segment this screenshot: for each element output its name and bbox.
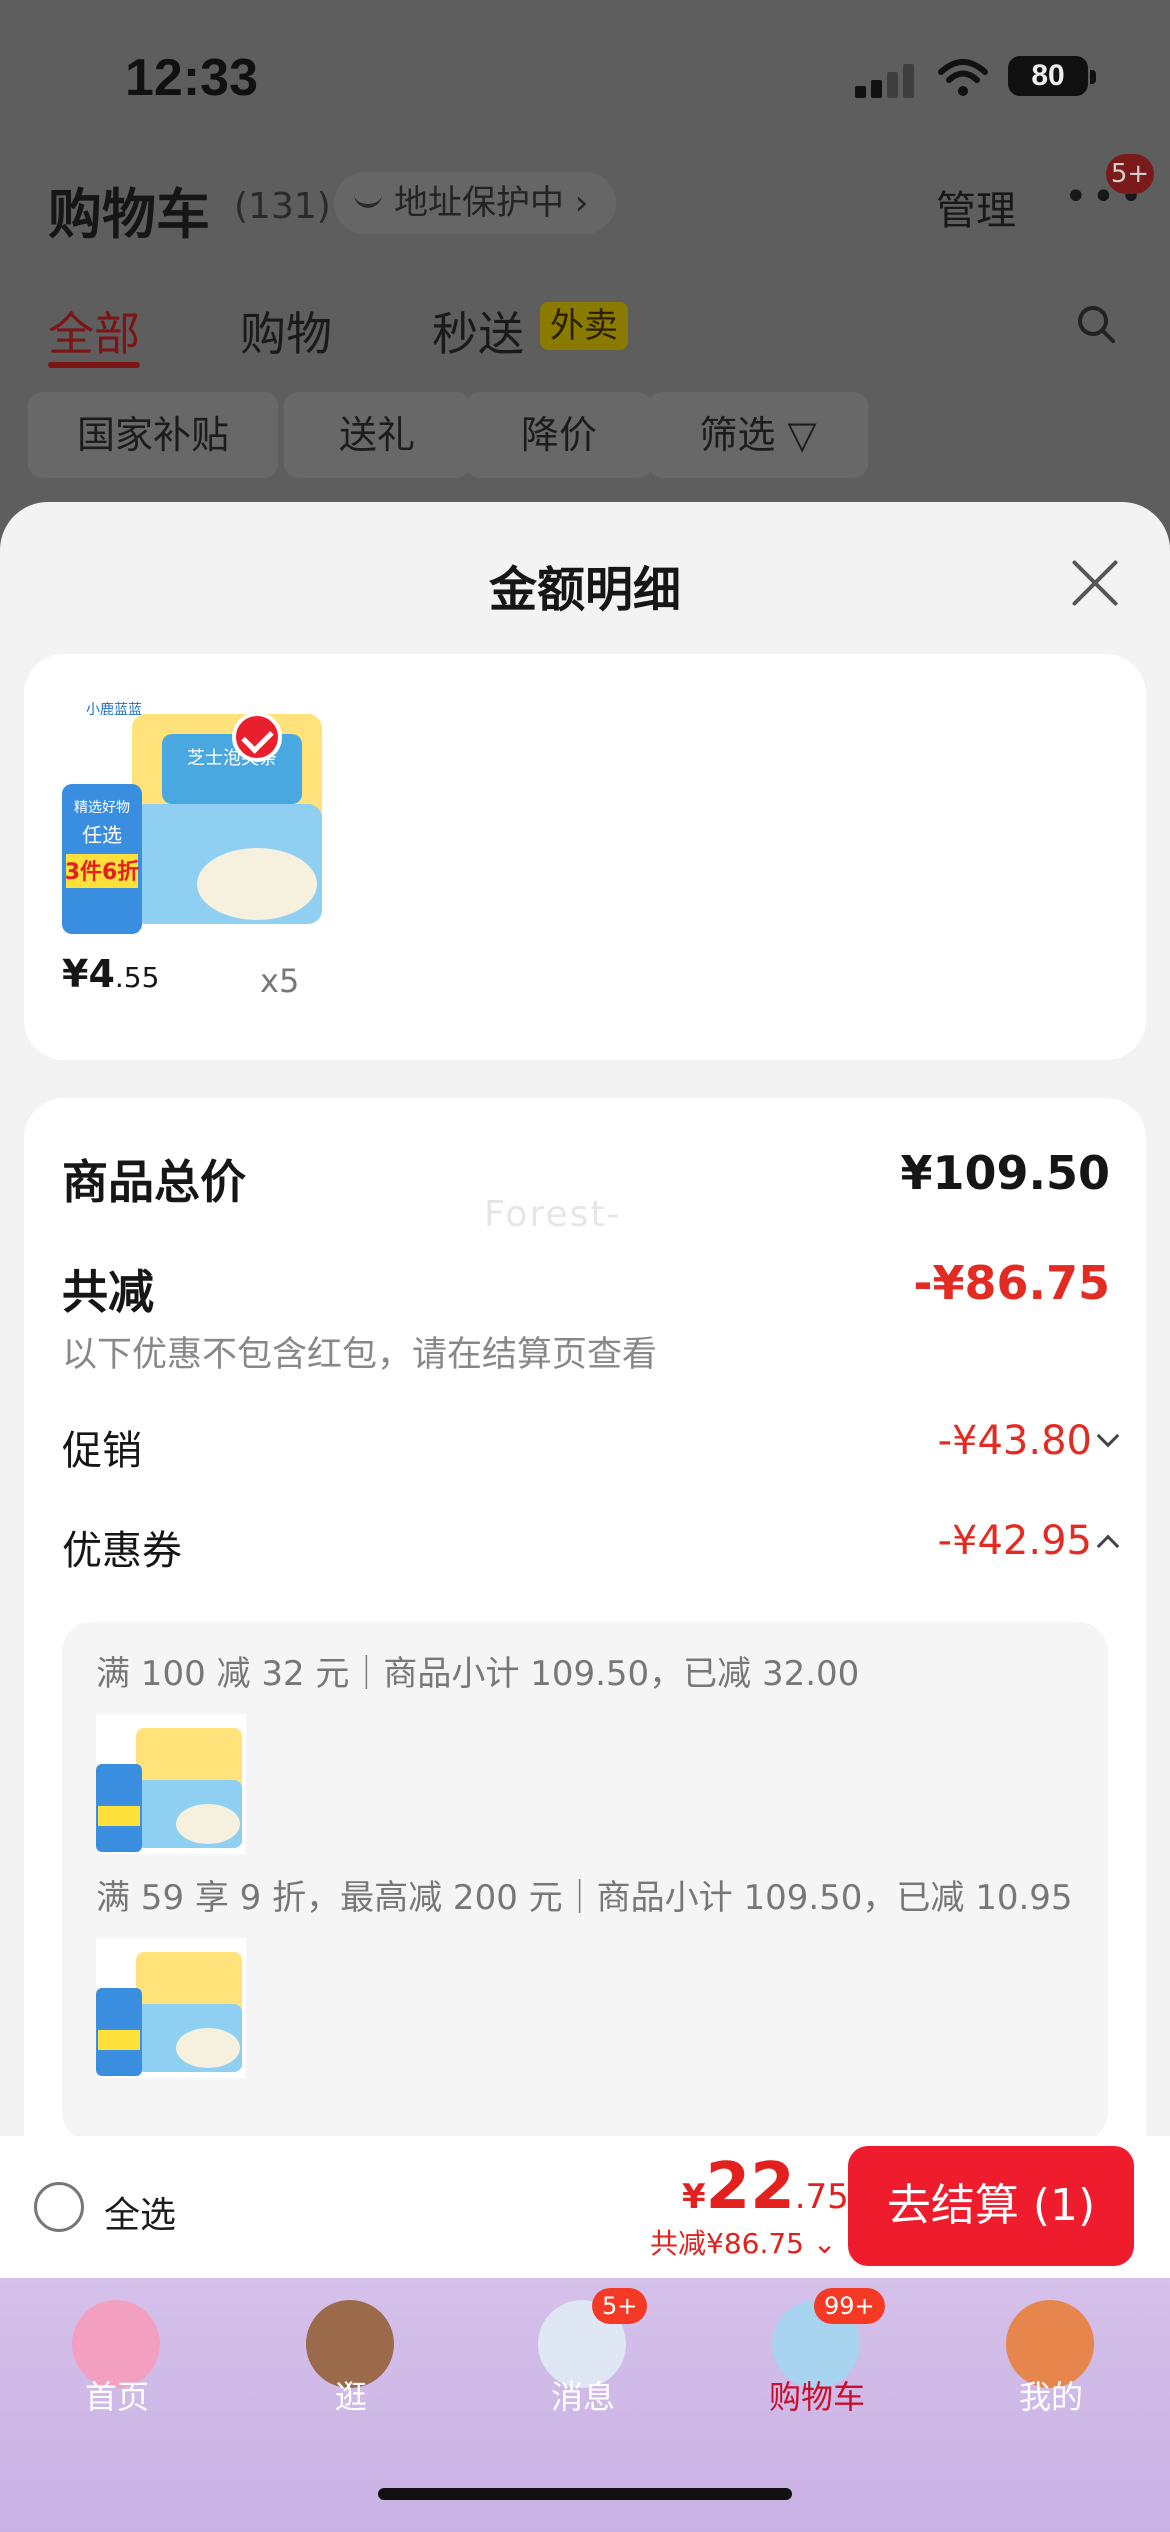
- select-all-label[interactable]: 全选: [104, 2186, 176, 2238]
- price-currency: ¥: [682, 2177, 706, 2217]
- product-price-int: ¥4: [62, 952, 115, 996]
- product-image-brand: 小鹿蓝蓝: [86, 701, 142, 718]
- funnel-icon: ▽: [787, 413, 817, 457]
- coupon-value[interactable]: -¥42.95: [938, 1518, 1092, 1564]
- nav-me[interactable]: 我的: [976, 2288, 1126, 2418]
- product-card: 芝士泡芙条 小鹿蓝蓝 精选好物 任选 3件6折 ¥4.55 x5: [24, 654, 1146, 1060]
- cart-badge: 99+: [814, 2288, 885, 2324]
- chip-price-drop[interactable]: 降价: [466, 392, 652, 478]
- filter-chips: 国家补贴 送礼 降价 筛选 ▽: [28, 392, 1128, 478]
- tab-shopping[interactable]: 购物: [240, 298, 332, 364]
- product-price: ¥4.55: [62, 952, 159, 996]
- nav-label: 购物车: [768, 2378, 865, 2416]
- nav-cart[interactable]: 99+ 购物车: [742, 2288, 892, 2418]
- cart-tabs: 全部 购物 秒送 外卖: [48, 298, 1128, 368]
- amount-breakdown-card: 商品总价 ¥109.50 Forest- 共减 -¥86.75 以下优惠不包含红…: [24, 1098, 1146, 2142]
- nav-label: 首页: [84, 2378, 149, 2416]
- selected-check-icon[interactable]: [232, 712, 282, 762]
- promotion-value[interactable]: -¥43.80: [938, 1418, 1092, 1464]
- coupon-line: 满 59 享 9 折，最高减 200 元｜商品小计 109.50，已减 10.9…: [96, 1878, 1073, 1918]
- total-reduce-value: -¥86.75: [913, 1256, 1110, 1310]
- chip-filter-label: 筛选: [699, 413, 776, 457]
- address-protect-label: 地址保护中 ›: [394, 183, 589, 223]
- product-image-tag: 精选好物: [74, 800, 130, 816]
- waimai-tag: 外卖: [540, 302, 628, 350]
- coupon-line: 满 100 减 32 元｜商品小计 109.50，已减 32.00: [96, 1654, 860, 1694]
- chip-gift[interactable]: 送礼: [284, 392, 470, 478]
- search-icon[interactable]: [1076, 304, 1116, 344]
- nav-label: 我的: [1018, 2378, 1083, 2416]
- smile-icon: [354, 194, 382, 208]
- promotion-label[interactable]: 促销: [62, 1418, 142, 1476]
- price-int: 22: [705, 2150, 795, 2224]
- discount-note: 以下优惠不包含红包，请在结算页查看: [62, 1335, 658, 1375]
- chip-filter[interactable]: 筛选 ▽: [648, 392, 868, 478]
- nav-label: 消息: [550, 2378, 615, 2416]
- checkout-bar: 全选 ¥22.75 共减¥86.75 ⌄ 去结算 (1): [0, 2136, 1170, 2278]
- manage-button[interactable]: 管理: [936, 178, 1016, 236]
- amount-detail-sheet: 金额明细 芝士泡芙条 小鹿蓝蓝 精选好物 任选 3件6折 ¥4.55 x5 商品…: [0, 502, 1170, 2142]
- chevron-down-icon[interactable]: [1096, 1424, 1120, 1448]
- wifi-icon: [938, 59, 988, 96]
- total-reduce-toggle[interactable]: 共减¥86.75 ⌄: [650, 2222, 836, 2262]
- close-icon[interactable]: [1070, 556, 1120, 606]
- chip-national-subsidy[interactable]: 国家补贴: [28, 392, 278, 478]
- cart-count: (131): [234, 186, 331, 227]
- price-dec: .75: [794, 2177, 849, 2217]
- nav-explore[interactable]: 逛: [276, 2288, 426, 2418]
- cart-title: 购物车: [48, 183, 210, 246]
- total-reduce-text: 共减¥86.75: [650, 2227, 804, 2260]
- sheet-title: 金额明细: [488, 562, 681, 618]
- product-price-dec: .55: [114, 961, 160, 994]
- tab-all[interactable]: 全部: [48, 298, 140, 364]
- product-image-line1: 任选: [82, 823, 122, 847]
- checkout-button[interactable]: 去结算 (1): [848, 2146, 1134, 2266]
- chevron-up-icon[interactable]: [1096, 1534, 1120, 1558]
- nav-messages[interactable]: 5+ 消息: [508, 2288, 658, 2418]
- cart-header: 购物车 (131) 地址保护中 › 管理 ••• 5+: [48, 154, 1154, 246]
- product-quantity: x5: [260, 962, 300, 1000]
- coupon-product-thumbnail: [96, 1714, 246, 1854]
- coupon-label[interactable]: 优惠券: [62, 1518, 182, 1576]
- address-protect-pill[interactable]: 地址保护中 ›: [334, 172, 617, 234]
- watermark: Forest-: [484, 1194, 622, 1235]
- total-reduce-label: 共减: [62, 1265, 154, 1319]
- cellular-signal-icon: [855, 64, 915, 98]
- coupon-product-thumbnail: [96, 1938, 246, 2078]
- home-indicator: [378, 2488, 792, 2500]
- battery-icon: 80: [1008, 56, 1096, 96]
- more-badge: 5+: [1106, 154, 1154, 194]
- tab-instant[interactable]: 秒送: [432, 298, 524, 364]
- status-time: 12:33: [125, 49, 258, 107]
- coupon-detail-box: 满 100 减 32 元｜商品小计 109.50，已减 32.00 满 59 享…: [62, 1622, 1108, 2142]
- product-image[interactable]: 芝士泡芙条 小鹿蓝蓝 精选好物 任选 3件6折: [62, 694, 328, 944]
- status-bar: 12:33 80: [0, 48, 1170, 108]
- total-price-value: ¥109.50: [900, 1146, 1110, 1200]
- payable-price: ¥22.75: [682, 2150, 849, 2224]
- chevron-down-icon: ⌄: [812, 2227, 837, 2260]
- total-price-label: 商品总价: [62, 1155, 246, 1209]
- product-image-line2: 3件6折: [65, 860, 140, 885]
- messages-badge: 5+: [592, 2288, 648, 2324]
- tab-underline: [48, 362, 140, 368]
- nav-home[interactable]: 首页: [42, 2288, 192, 2418]
- select-all-radio[interactable]: [34, 2182, 84, 2232]
- nav-label: 逛: [334, 2378, 367, 2416]
